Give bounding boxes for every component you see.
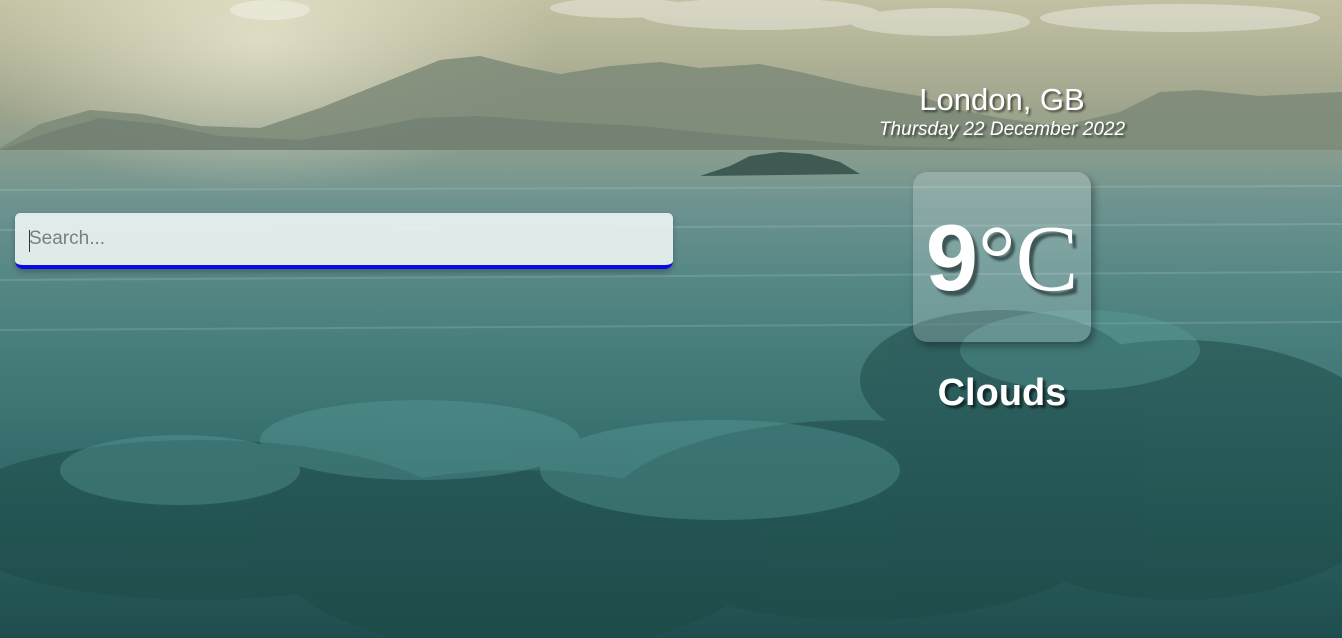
temperature-unit: °C — [977, 207, 1079, 311]
weather-condition: Clouds — [937, 372, 1067, 414]
temperature-display: 9°C — [925, 205, 1079, 311]
search-input[interactable] — [15, 213, 673, 269]
location-label: London, GB — [919, 82, 1085, 117]
temperature-card: 9°C — [913, 172, 1091, 342]
temperature-value: 9 — [925, 205, 978, 310]
date-label: Thursday 22 December 2022 — [878, 119, 1126, 140]
search-bar — [15, 213, 673, 271]
text-cursor — [29, 230, 30, 252]
